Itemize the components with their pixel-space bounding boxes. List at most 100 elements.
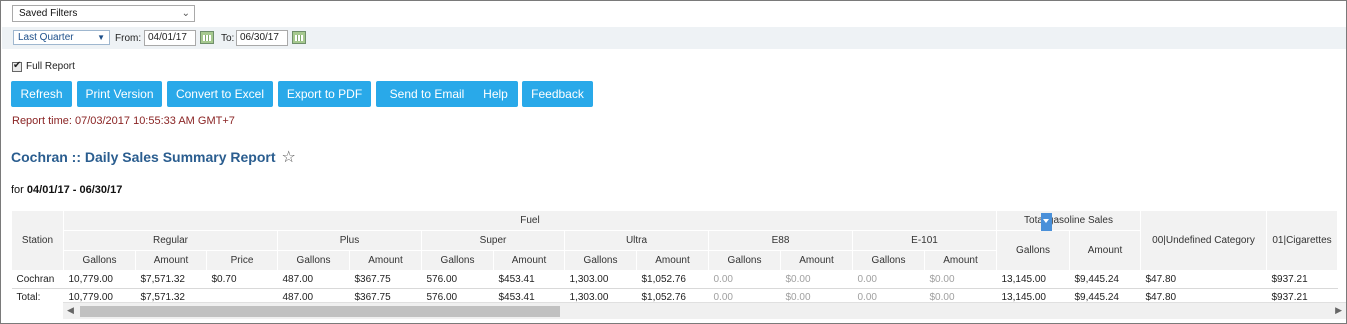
page-title: Cochran :: Daily Sales Summary Report: [11, 149, 276, 165]
table-cell: $0.00: [780, 288, 853, 303]
ultra-header: Ultra: [564, 230, 709, 251]
fuel-header-label: Fuel: [520, 215, 540, 226]
report-range-prefix: for: [11, 184, 24, 196]
table-cell: 10,779.00: [63, 270, 136, 289]
star-icon[interactable]: ☆: [282, 147, 296, 167]
table-cell: 576.00: [421, 288, 494, 303]
column-header: Price: [206, 250, 278, 271]
e101-header: E-101: [852, 230, 997, 251]
calendar-icon[interactable]: [200, 31, 214, 44]
table-cell: 487.00: [277, 288, 350, 303]
table-cell: 10,779.00: [63, 288, 136, 303]
calendar-icon[interactable]: [292, 31, 306, 44]
table-cell: $7,571.32: [135, 288, 207, 303]
refresh-button[interactable]: Refresh: [11, 81, 72, 107]
table-cell: 487.00: [277, 270, 350, 289]
export-to-pdf-button[interactable]: Export to PDF: [278, 81, 371, 107]
column-header: Amount: [780, 250, 853, 271]
from-label: From:: [115, 33, 142, 44]
sales-grid: Station Fuel Total gasoline Sales 00|Und…: [11, 210, 1346, 303]
table-cell: 1,303.00: [564, 270, 637, 289]
table-cell: $937.21: [1266, 270, 1338, 289]
station-header: Station: [11, 210, 64, 271]
table-cell: 0.00: [852, 288, 925, 303]
column-header: Gallons: [708, 250, 781, 271]
total-gallons-header: Gallons: [996, 230, 1070, 271]
table-cell: $1,052.76: [636, 270, 709, 289]
table-row-total: Total: 10,779.00 $7,571.32 487.00 $367.7…: [11, 288, 1338, 303]
table-cell: $453.41: [493, 288, 565, 303]
scroll-right-icon[interactable]: ▶: [1335, 305, 1342, 316]
full-report-checkbox[interactable]: [12, 60, 22, 72]
saved-filters-value: Saved Filters: [19, 8, 78, 19]
saved-filters-select[interactable]: Saved Filters ⌄: [12, 5, 195, 22]
table-cell: $367.75: [349, 288, 422, 303]
from-date-input[interactable]: 04/01/17: [144, 30, 196, 46]
station-cell: Total:: [11, 288, 64, 303]
table-cell: $9,445.24: [1069, 288, 1141, 303]
table-row: Cochran 10,779.00 $7,571.32 $0.70 487.00…: [11, 270, 1338, 289]
table-cell: $937.21: [1266, 288, 1338, 303]
e88-header: E88: [708, 230, 853, 251]
table-cell: $7,571.32: [135, 270, 207, 289]
date-range-bar: Last Quarter ▼ From: 04/01/17 To: 06/30/…: [2, 27, 1346, 49]
table-cell: 13,145.00: [996, 288, 1070, 303]
category-undefined-header: 00|Undefined Category: [1140, 210, 1267, 271]
to-label: To:: [221, 33, 235, 44]
feedback-button[interactable]: Feedback: [522, 81, 593, 107]
scrollbar-thumb[interactable]: [80, 306, 560, 317]
scroll-left-icon[interactable]: ◀: [67, 305, 74, 316]
column-header: Amount: [135, 250, 207, 271]
column-header: Amount: [636, 250, 709, 271]
table-cell: $0.00: [924, 270, 997, 289]
period-select[interactable]: Last Quarter ▼: [13, 30, 110, 45]
sales-table: Station Fuel Total gasoline Sales 00|Und…: [11, 210, 1338, 303]
print-version-button[interactable]: Print Version: [77, 81, 162, 107]
table-cell: 0.00: [708, 288, 781, 303]
table-cell: 1,303.00: [564, 288, 637, 303]
column-header: Amount: [924, 250, 997, 271]
report-range-value: 04/01/17 - 06/30/17: [26, 184, 123, 196]
to-date-input[interactable]: 06/30/17: [236, 30, 288, 46]
column-header: Gallons: [564, 250, 637, 271]
column-header: Gallons: [421, 250, 494, 271]
chevron-down-icon: ⌄: [181, 8, 190, 19]
column-header: Gallons: [852, 250, 925, 271]
caret-down-icon: ▼: [97, 33, 105, 42]
table-cell: 0.00: [852, 270, 925, 289]
table-cell: $453.41: [493, 270, 565, 289]
full-report-label: Full Report: [26, 61, 75, 72]
page-title-row: Cochran :: Daily Sales Summary Report ☆: [11, 147, 296, 167]
column-header: Amount: [493, 250, 565, 271]
super-header: Super: [421, 230, 565, 251]
table-cell: [206, 288, 278, 303]
station-cell: Cochran: [11, 270, 64, 289]
total-gasoline-header: Total gasoline Sales: [996, 210, 1141, 231]
send-to-email-button[interactable]: Send to Email: [376, 81, 478, 107]
table-cell: $47.80: [1140, 288, 1267, 303]
column-header: Amount: [349, 250, 422, 271]
period-value: Last Quarter: [18, 32, 74, 43]
plus-header: Plus: [277, 230, 422, 251]
table-cell: 13,145.00: [996, 270, 1070, 289]
table-cell: 576.00: [421, 270, 494, 289]
total-amount-header: Amount: [1069, 230, 1141, 271]
regular-header: Regular: [63, 230, 278, 251]
report-range: for 04/01/17 - 06/30/17: [11, 184, 122, 196]
horizontal-scrollbar[interactable]: ◀ ▶: [63, 302, 1346, 319]
table-cell: $0.00: [924, 288, 997, 303]
column-header: Gallons: [63, 250, 136, 271]
table-cell: $9,445.24: [1069, 270, 1141, 289]
report-frame: Saved Filters ⌄ Last Quarter ▼ From: 04/…: [0, 0, 1347, 324]
table-cell: $47.80: [1140, 270, 1267, 289]
table-cell: $367.75: [349, 270, 422, 289]
column-menu-icon[interactable]: [1041, 213, 1052, 231]
report-time: Report time: 07/03/2017 10:55:33 AM GMT+…: [12, 115, 235, 127]
help-button[interactable]: Help: [473, 81, 518, 107]
column-header: Gallons: [277, 250, 350, 271]
category-cigarettes-header: 01|Cigarettes: [1266, 210, 1338, 271]
table-cell: $0.00: [780, 270, 853, 289]
fuel-header: Fuel: [63, 210, 1052, 231]
convert-to-excel-button[interactable]: Convert to Excel: [167, 81, 273, 107]
table-cell: $0.70: [206, 270, 278, 289]
